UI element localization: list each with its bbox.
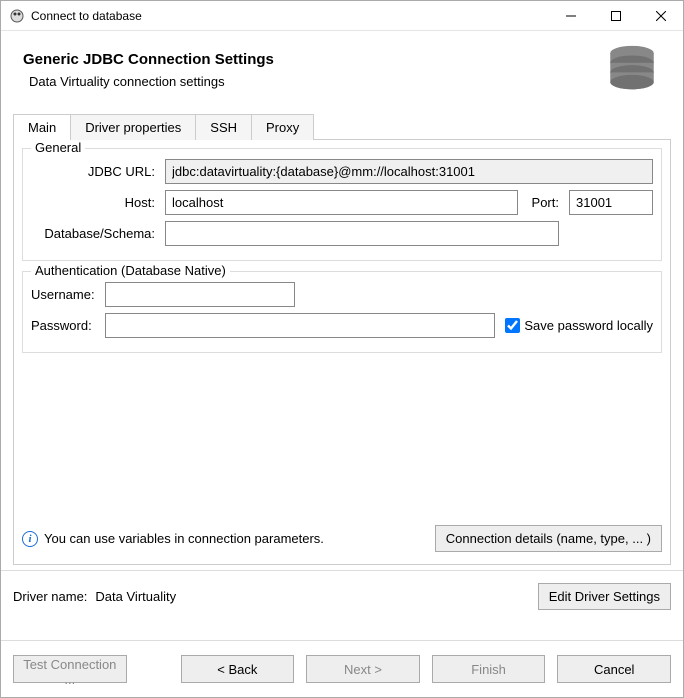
tab-ssh[interactable]: SSH xyxy=(195,114,252,140)
close-button[interactable] xyxy=(638,1,683,31)
titlebar: Connect to database xyxy=(1,1,683,31)
maximize-button[interactable] xyxy=(593,1,638,31)
authentication-group: Authentication (Database Native) Usernam… xyxy=(22,271,662,353)
save-password-label: Save password locally xyxy=(524,318,653,333)
host-field[interactable] xyxy=(165,190,518,215)
cancel-button[interactable]: Cancel xyxy=(557,655,671,683)
tab-driver-properties[interactable]: Driver properties xyxy=(70,114,196,140)
tab-proxy[interactable]: Proxy xyxy=(251,114,314,140)
minimize-button[interactable] xyxy=(548,1,593,31)
hint-text: You can use variables in connection para… xyxy=(44,531,324,546)
database-icon xyxy=(603,41,661,99)
authentication-legend: Authentication (Database Native) xyxy=(31,263,230,278)
finish-button[interactable]: Finish xyxy=(432,655,546,683)
test-connection-button[interactable]: Test Connection ... xyxy=(13,655,127,683)
wizard-footer: Test Connection ... < Back Next > Finish… xyxy=(1,640,683,697)
driver-name-value: Data Virtuality xyxy=(95,589,176,604)
password-label: Password: xyxy=(31,318,101,333)
database-field[interactable] xyxy=(165,221,559,246)
edit-driver-settings-button[interactable]: Edit Driver Settings xyxy=(538,583,671,610)
page-subtitle: Data Virtuality connection settings xyxy=(23,74,274,89)
wizard-header: Generic JDBC Connection Settings Data Vi… xyxy=(1,31,683,113)
username-field[interactable] xyxy=(105,282,295,307)
database-label: Database/Schema: xyxy=(31,226,161,241)
jdbc-url-label: JDBC URL: xyxy=(31,164,161,179)
info-icon: i xyxy=(22,531,38,547)
main-tab-panel: General JDBC URL: Host: Port: Database/S… xyxy=(13,139,671,565)
general-legend: General xyxy=(31,140,85,155)
tab-bar: Main Driver properties SSH Proxy xyxy=(13,113,671,139)
tab-main[interactable]: Main xyxy=(13,114,71,140)
general-group: General JDBC URL: Host: Port: Database/S… xyxy=(22,148,662,261)
window-title: Connect to database xyxy=(31,9,548,23)
save-password-checkbox[interactable] xyxy=(505,318,520,333)
driver-name-label: Driver name: xyxy=(13,589,87,604)
driver-row: Driver name: Data Virtuality Edit Driver… xyxy=(1,570,683,640)
jdbc-url-field[interactable] xyxy=(165,159,653,184)
host-label: Host: xyxy=(31,195,161,210)
port-field[interactable] xyxy=(569,190,653,215)
page-title: Generic JDBC Connection Settings xyxy=(23,51,274,68)
app-icon xyxy=(9,8,25,24)
back-button[interactable]: < Back xyxy=(181,655,295,683)
connection-details-button[interactable]: Connection details (name, type, ... ) xyxy=(435,525,662,552)
port-label: Port: xyxy=(522,195,565,210)
username-label: Username: xyxy=(31,287,101,302)
password-field[interactable] xyxy=(105,313,495,338)
next-button[interactable]: Next > xyxy=(306,655,420,683)
